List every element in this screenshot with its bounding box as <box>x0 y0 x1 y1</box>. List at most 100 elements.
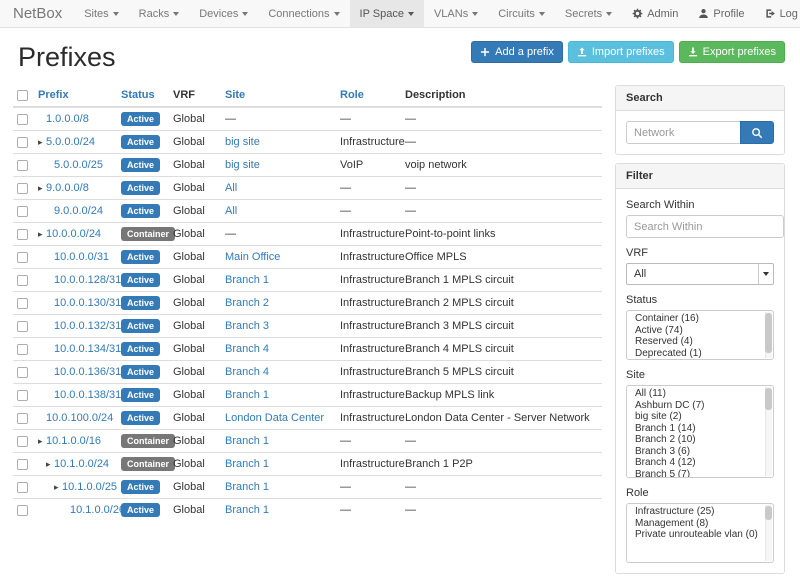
sort-status[interactable]: Status <box>121 89 155 101</box>
site-link[interactable]: Branch 4 <box>225 366 269 378</box>
row-checkbox[interactable] <box>17 298 28 309</box>
nav-item-sites[interactable]: Sites <box>74 0 128 27</box>
listbox-option[interactable]: Container (16) <box>627 313 773 325</box>
prefix-link[interactable]: 10.1.0.0/24 <box>54 458 109 470</box>
prefix-link[interactable]: 9.0.0.0/8 <box>46 182 89 194</box>
site-link[interactable]: Branch 1 <box>225 274 269 286</box>
listbox-option[interactable]: big site (2) <box>627 411 773 423</box>
listbox-option[interactable]: Branch 2 (10) <box>627 434 773 446</box>
site-link[interactable]: big site <box>225 159 260 171</box>
site-link[interactable]: Branch 1 <box>225 435 269 447</box>
prefix-link[interactable]: 10.0.0.0/24 <box>46 228 101 240</box>
row-checkbox[interactable] <box>17 482 28 493</box>
site-link[interactable]: Branch 2 <box>225 297 269 309</box>
import-prefixes-button[interactable]: Import prefixes <box>568 41 674 63</box>
listbox-option[interactable]: All (11) <box>627 388 773 400</box>
nav-item-log-out[interactable]: Log out <box>755 0 800 27</box>
search-input[interactable] <box>626 121 741 144</box>
prefix-link[interactable]: 10.1.0.0/16 <box>46 435 101 447</box>
listbox-option[interactable]: Management (8) <box>627 518 773 530</box>
nav-item-connections[interactable]: Connections <box>258 0 349 27</box>
prefix-link[interactable]: 5.0.0.0/25 <box>54 159 103 171</box>
row-checkbox[interactable] <box>17 413 28 424</box>
site-link[interactable]: Branch 1 <box>225 458 269 470</box>
listbox-option[interactable]: Ashburn DC (7) <box>627 400 773 412</box>
scrollbar-thumb[interactable] <box>765 313 772 353</box>
select-all-checkbox[interactable] <box>17 90 28 101</box>
row-checkbox[interactable] <box>17 390 28 401</box>
nav-item-devices[interactable]: Devices <box>189 0 258 27</box>
listbox-option[interactable]: Branch 3 (6) <box>627 446 773 458</box>
nav-item-vlans[interactable]: VLANs <box>424 0 488 27</box>
site-link[interactable]: big site <box>225 136 260 148</box>
listbox-option[interactable]: Branch 1 (14) <box>627 423 773 435</box>
description-cell: Branch 5 MPLS circuit <box>405 361 602 384</box>
prefix-link[interactable]: 10.0.0.136/31 <box>54 366 121 378</box>
prefix-link[interactable]: 10.1.0.0/26 <box>70 504 125 516</box>
listbox-option[interactable]: Private unrouteable vlan (0) <box>627 529 773 541</box>
status-badge: Active <box>121 342 160 356</box>
listbox-option[interactable]: Branch 5 (7) <box>627 469 773 479</box>
prefix-link[interactable]: 10.0.0.0/31 <box>54 251 109 263</box>
row-checkbox[interactable] <box>17 344 28 355</box>
row-select-cell <box>13 200 38 223</box>
nav-item-ip-space[interactable]: IP Space <box>350 0 424 27</box>
site-link[interactable]: Main Office <box>225 251 280 263</box>
site-link[interactable]: Branch 1 <box>225 481 269 493</box>
row-checkbox[interactable] <box>17 252 28 263</box>
row-checkbox[interactable] <box>17 505 28 516</box>
site-link[interactable]: All <box>225 182 237 194</box>
prefix-link[interactable]: 9.0.0.0/24 <box>54 205 103 217</box>
scrollbar-thumb[interactable] <box>765 388 772 410</box>
prefix-link[interactable]: 10.0.0.134/31 <box>54 343 121 355</box>
row-checkbox[interactable] <box>17 275 28 286</box>
prefix-link[interactable]: 5.0.0.0/24 <box>46 136 95 148</box>
prefix-link[interactable]: 10.0.100.0/24 <box>46 412 113 424</box>
prefix-link[interactable]: 10.0.0.130/31 <box>54 297 121 309</box>
sort-site[interactable]: Site <box>225 89 245 101</box>
nav-item-profile[interactable]: Profile <box>688 0 754 27</box>
row-checkbox[interactable] <box>17 436 28 447</box>
site-link[interactable]: All <box>225 205 237 217</box>
row-checkbox[interactable] <box>17 183 28 194</box>
row-checkbox[interactable] <box>17 160 28 171</box>
scrollbar-thumb[interactable] <box>765 506 772 520</box>
prefix-link[interactable]: 10.1.0.0/25 <box>62 481 117 493</box>
site-link[interactable]: Branch 1 <box>225 504 269 516</box>
site-link[interactable]: London Data Center <box>225 412 324 424</box>
row-checkbox[interactable] <box>17 321 28 332</box>
prefix-link[interactable]: 10.0.0.128/31 <box>54 274 121 286</box>
row-checkbox[interactable] <box>17 367 28 378</box>
listbox-option[interactable]: Infrastructure (25) <box>627 506 773 518</box>
nav-item-circuits[interactable]: Circuits <box>488 0 555 27</box>
listbox-option[interactable]: Active (74) <box>627 325 773 337</box>
nav-item-racks[interactable]: Racks <box>129 0 190 27</box>
row-checkbox[interactable] <box>17 114 28 125</box>
status-cell: Active <box>121 338 173 361</box>
prefix-link[interactable]: 1.0.0.0/8 <box>46 113 89 125</box>
nav-item-secrets[interactable]: Secrets <box>555 0 622 27</box>
role-cell: — <box>340 200 405 223</box>
sort-role[interactable]: Role <box>340 89 364 101</box>
row-select-cell <box>13 476 38 499</box>
vrf-select[interactable]: All <box>626 263 774 285</box>
site-link[interactable]: Branch 1 <box>225 389 269 401</box>
row-checkbox[interactable] <box>17 137 28 148</box>
row-checkbox[interactable] <box>17 229 28 240</box>
app-brand[interactable]: NetBox <box>13 0 62 27</box>
site-link[interactable]: Branch 4 <box>225 343 269 355</box>
site-link[interactable]: Branch 3 <box>225 320 269 332</box>
search-submit-button[interactable] <box>740 121 774 144</box>
sort-prefix[interactable]: Prefix <box>38 89 69 101</box>
add-a-prefix-button[interactable]: Add a prefix <box>471 41 563 63</box>
export-prefixes-button[interactable]: Export prefixes <box>679 41 785 63</box>
listbox-option[interactable]: Reserved (4) <box>627 336 773 348</box>
nav-item-admin[interactable]: Admin <box>622 0 688 27</box>
listbox-option[interactable]: Deprecated (1) <box>627 348 773 360</box>
prefix-link[interactable]: 10.0.0.132/31 <box>54 320 121 332</box>
row-checkbox[interactable] <box>17 206 28 217</box>
prefix-link[interactable]: 10.0.0.138/31 <box>54 389 121 401</box>
listbox-option[interactable]: Branch 4 (12) <box>627 457 773 469</box>
row-checkbox[interactable] <box>17 459 28 470</box>
search-within-input[interactable] <box>626 215 784 238</box>
